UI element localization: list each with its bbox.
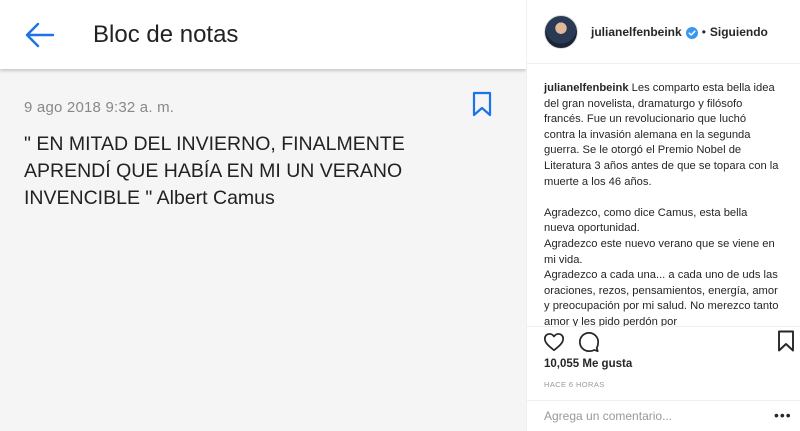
more-icon[interactable]: ••• <box>774 407 792 423</box>
caption-first-paragraph: julianelfenbeink Les comparto esta bella… <box>544 81 780 190</box>
note-app-header: Bloc de notas <box>0 0 526 69</box>
post-caption: julianelfenbeink Les comparto esta bella… <box>527 64 800 326</box>
comment-bar: ••• <box>527 400 800 431</box>
caption-paragraph: Agradezco a cada una... a cada uno de ud… <box>544 269 779 326</box>
post-image-note: Bloc de notas 9 ago 2018 9:32 a. m. " EN… <box>0 0 526 431</box>
post-username[interactable]: julianelfenbeink <box>591 25 682 39</box>
caption-paragraph: Agradezco este nuevo verano que se viene… <box>544 237 775 266</box>
verified-icon <box>685 26 698 39</box>
comment-input[interactable] <box>544 409 744 423</box>
like-count[interactable]: 10,055 Me gusta <box>544 358 632 370</box>
post-header: julianelfenbeink • Siguiendo <box>527 0 800 64</box>
avatar[interactable] <box>544 14 578 49</box>
caption-paragraph: Agradezco, como dice Camus, esta bella n… <box>544 206 748 235</box>
bookmark-icon <box>471 91 493 117</box>
post-panel: julianelfenbeink • Siguiendo julianelfen… <box>526 0 800 431</box>
comment-icon[interactable] <box>578 331 600 353</box>
caption-username[interactable]: julianelfenbeink <box>544 82 629 94</box>
action-row <box>527 327 800 357</box>
note-quote: " EN MITAD DEL INVIERNO, FINALMENTE APRE… <box>24 133 405 209</box>
save-bookmark-icon[interactable] <box>777 330 795 352</box>
post-timestamp: HACE 6 HORAS <box>544 380 605 389</box>
note-date: 9 ago 2018 9:32 a. m. <box>24 99 175 116</box>
note-app-title: Bloc de notas <box>93 20 239 48</box>
caption-text: Les comparto esta bella idea del gran no… <box>544 82 779 188</box>
back-arrow-icon <box>25 20 55 50</box>
post-actions <box>527 326 800 357</box>
heart-icon[interactable] <box>543 331 565 353</box>
separator-dot: • <box>701 24 706 39</box>
following-button[interactable]: Siguiendo <box>710 25 768 39</box>
